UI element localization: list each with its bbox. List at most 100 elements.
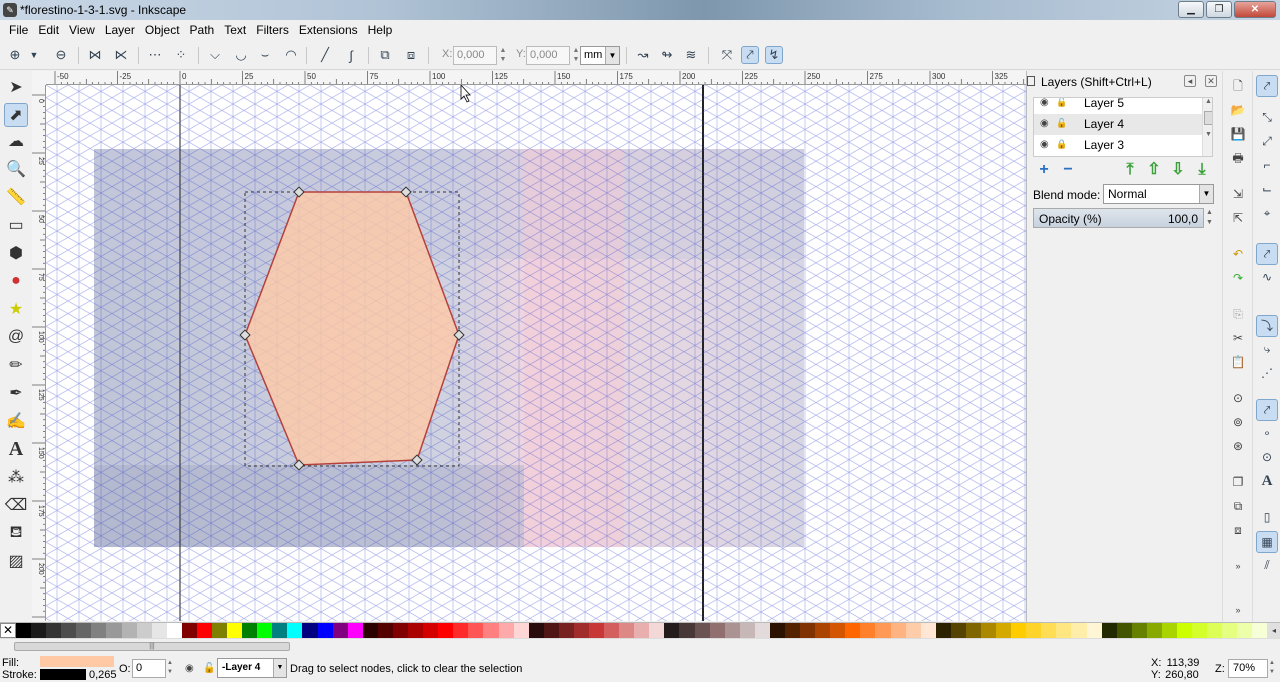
zoom-tool-icon[interactable]: 🔍	[4, 157, 28, 181]
color-swatch[interactable]	[362, 623, 378, 638]
scroll-down-icon[interactable]: ▼	[1203, 131, 1212, 138]
clone-icon[interactable]: ⧉	[1229, 497, 1247, 515]
snap-object-centers-icon[interactable]: ∘	[1256, 423, 1278, 445]
delete-node-icon[interactable]: ⊖	[52, 46, 70, 64]
color-swatch[interactable]	[1041, 623, 1057, 638]
layer-lock-icon[interactable]: 🔓	[203, 663, 215, 674]
color-swatch[interactable]	[212, 623, 228, 638]
layer-list-scrollbar[interactable]: ▲ ▼	[1202, 98, 1212, 156]
color-swatch[interactable]	[1252, 623, 1268, 638]
open-document-icon[interactable]: 📂	[1229, 101, 1247, 119]
segment-curve-icon[interactable]: ∫	[342, 46, 360, 64]
snap-cusp-nodes-icon[interactable]: ⤵	[1256, 315, 1278, 337]
snap-text-baseline-icon[interactable]: A	[1256, 471, 1278, 493]
color-swatch[interactable]	[996, 623, 1012, 638]
color-swatch[interactable]	[604, 623, 620, 638]
color-swatch[interactable]	[830, 623, 846, 638]
blend-mode-select[interactable]: Normal ▼	[1103, 184, 1214, 204]
color-swatch[interactable]	[649, 623, 665, 638]
snap-guides-icon[interactable]: ⫽	[1256, 555, 1278, 577]
unlink-clone-icon[interactable]: ⧈	[1229, 521, 1247, 539]
scroll-up-icon[interactable]: ▲	[1203, 98, 1212, 105]
color-swatch[interactable]	[543, 623, 559, 638]
x-coordinate-input[interactable]: 0,000	[453, 46, 497, 65]
color-swatch[interactable]	[619, 623, 635, 638]
export-icon[interactable]: ⇱	[1229, 209, 1247, 227]
color-swatch[interactable]	[1192, 623, 1208, 638]
join-segment-icon[interactable]: ⋯	[146, 46, 164, 64]
panel-iconify-icon[interactable]: ◂	[1184, 75, 1196, 87]
lock-icon[interactable]: 🔓	[1056, 118, 1067, 129]
insert-node-menu-arrow-icon[interactable]: ▼	[28, 46, 40, 64]
color-swatch[interactable]	[709, 623, 725, 638]
lock-icon[interactable]: 🔓	[1056, 98, 1067, 108]
snap-nodes-icon[interactable]: ⤤	[1256, 243, 1278, 265]
show-path-outline-icon[interactable]: ↯	[765, 46, 783, 64]
text-tool-icon[interactable]: A	[4, 437, 28, 461]
lower-layer-icon[interactable]: ⇩	[1169, 161, 1187, 179]
color-swatch[interactable]	[1131, 623, 1147, 638]
color-swatch[interactable]	[1026, 623, 1042, 638]
color-swatch[interactable]	[1161, 623, 1178, 638]
panel-close-icon[interactable]: ✕	[1205, 75, 1217, 87]
zoom-selection-icon[interactable]: ⊙	[1229, 389, 1247, 407]
color-swatch[interactable]	[227, 623, 243, 638]
vertical-ruler[interactable]: 0255075100125150175200225	[32, 85, 46, 621]
raise-layer-icon[interactable]: ⇧	[1145, 161, 1163, 179]
color-swatch[interactable]	[16, 623, 32, 638]
color-swatch[interactable]	[332, 623, 348, 638]
color-swatch[interactable]	[468, 623, 484, 638]
pen-tool-icon[interactable]: ✒	[4, 381, 28, 405]
snap-others-icon[interactable]: ⤤	[1256, 399, 1278, 421]
color-swatch[interactable]	[950, 623, 966, 638]
color-swatch[interactable]	[573, 623, 589, 638]
undo-icon[interactable]: ↶	[1229, 245, 1247, 263]
color-swatch[interactable]	[151, 623, 167, 638]
color-swatch[interactable]	[498, 623, 514, 638]
enable-snapping-icon[interactable]: ⤤	[1256, 75, 1278, 97]
color-swatch[interactable]	[76, 623, 92, 638]
eraser-tool-icon[interactable]: ⌫	[4, 493, 28, 517]
scroll-thumb[interactable]	[1204, 111, 1212, 125]
snap-bbox-center-icon[interactable]: ⌖	[1256, 203, 1278, 225]
color-swatch[interactable]	[815, 623, 831, 638]
color-swatch[interactable]	[784, 623, 801, 638]
menu-layer[interactable]: Layer	[100, 20, 140, 41]
color-swatch[interactable]	[845, 623, 861, 638]
color-swatch[interactable]	[453, 623, 469, 638]
color-swatch[interactable]	[1071, 623, 1087, 638]
drawing-canvas[interactable]	[46, 85, 1026, 621]
y-coordinate-input[interactable]: 0,000	[526, 46, 570, 65]
remove-layer-icon[interactable]: −	[1059, 161, 1077, 179]
visibility-eye-icon[interactable]: ◉	[1040, 98, 1049, 108]
lower-to-bottom-icon[interactable]: ⤓	[1193, 161, 1211, 179]
star-tool-icon[interactable]: ★	[4, 297, 28, 321]
more-commands-icon[interactable]: »	[1229, 557, 1247, 575]
opacity-spin-button[interactable]: ▲ ▼	[167, 659, 175, 678]
color-swatch[interactable]	[588, 623, 605, 638]
add-layer-icon[interactable]: +	[1035, 161, 1053, 179]
color-swatch[interactable]	[61, 623, 77, 638]
menu-object[interactable]: Object	[140, 20, 185, 41]
color-swatch[interactable]	[272, 623, 288, 638]
print-icon[interactable]: 🖶	[1229, 149, 1247, 167]
tweak-tool-icon[interactable]: ☁	[4, 129, 28, 153]
menu-extensions[interactable]: Extensions	[294, 20, 363, 41]
3d-box-tool-icon[interactable]: ⬢	[4, 241, 28, 265]
fill-indicator[interactable]	[40, 656, 114, 667]
layer-row-layer-4[interactable]: ◉ 🔓 Layer 4	[1034, 114, 1202, 135]
color-swatch[interactable]	[392, 623, 409, 638]
node-cusp-icon[interactable]: ⌵	[206, 46, 224, 64]
visibility-eye-icon[interactable]: ◉	[1040, 118, 1049, 129]
color-swatch[interactable]	[287, 623, 303, 638]
color-swatch[interactable]	[800, 623, 816, 638]
color-swatch[interactable]	[106, 623, 122, 638]
color-swatch[interactable]	[935, 623, 951, 638]
break-path-icon[interactable]: ⋉	[112, 46, 130, 64]
next-path-effect-icon[interactable]: ↝	[634, 46, 652, 64]
copy-icon[interactable]: ⎘	[1229, 305, 1247, 323]
color-swatch[interactable]	[377, 623, 393, 638]
maximize-button[interactable]: ❐	[1206, 1, 1232, 18]
color-swatch[interactable]	[1146, 623, 1162, 638]
color-swatch[interactable]	[1116, 623, 1132, 638]
